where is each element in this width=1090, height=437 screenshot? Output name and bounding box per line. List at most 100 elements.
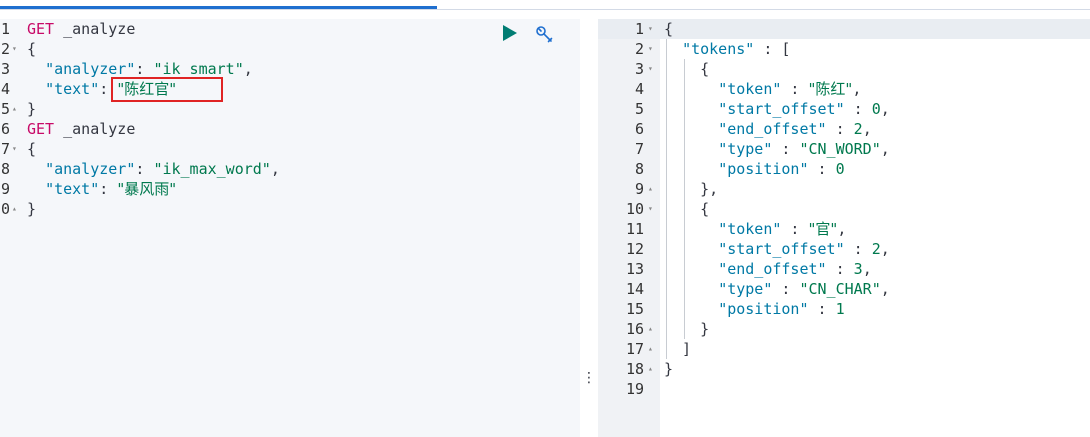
code-token: "text" — [45, 80, 100, 98]
code-token: }, — [664, 180, 719, 198]
response-viewer[interactable]: 1 ▾ {2 ▾ "tokens" : [3 ▾ {4 "token" : "陈红", 5… — [598, 19, 1090, 437]
response-line: } — [664, 359, 673, 379]
line-number: 0 — [0, 200, 10, 218]
code-token: { — [27, 40, 37, 58]
code-token: : — [808, 300, 836, 318]
code-token: "type" — [718, 140, 773, 158]
code-token: , — [880, 140, 890, 158]
code-line[interactable]: GET _analyze — [27, 119, 135, 139]
code-line[interactable]: } — [27, 99, 36, 119]
response-line: "end_offset" : 3, — [664, 259, 872, 279]
code-token: { — [664, 60, 710, 78]
line-number: 18 — [625, 360, 644, 378]
wrench-icon[interactable] — [534, 24, 556, 46]
fold-open-icon[interactable]: ▾ — [12, 44, 17, 53]
fold-open-icon[interactable]: ▾ — [648, 44, 653, 53]
code-token: GET — [27, 120, 55, 138]
response-line: "end_offset" : 2, — [664, 119, 872, 139]
line-number: 6 — [0, 120, 10, 138]
code-token: , — [852, 80, 862, 98]
line-number: 2 — [0, 40, 10, 58]
code-token: : — [844, 100, 872, 118]
response-line: "token" : "陈红", — [664, 79, 861, 99]
request-editor-gutter: 1 2 ▾ 3 4 5 ▴ 6 7 ▾ 8 9 0 ▴ — [0, 19, 22, 437]
code-token: : — [135, 60, 154, 78]
code-token: : — [772, 280, 800, 298]
line-number: 13 — [625, 260, 644, 278]
code-token: } — [664, 360, 674, 378]
code-line[interactable]: } — [27, 199, 36, 219]
response-line: "token" : "官", — [664, 219, 846, 239]
line-number: 8 — [0, 160, 10, 178]
fold-open-icon[interactable]: ▾ — [648, 64, 653, 73]
code-line[interactable]: GET _analyze — [27, 19, 135, 39]
fold-open-icon[interactable]: ▾ — [12, 144, 17, 153]
line-number: 1 — [0, 20, 10, 38]
code-token: { — [27, 140, 37, 158]
code-token: , — [837, 220, 847, 238]
code-token: "text" — [45, 180, 100, 198]
code-token: , — [270, 160, 280, 178]
code-token: : — [781, 80, 809, 98]
response-line: "type" : "CN_WORD", — [664, 139, 890, 159]
code-token: 3 — [853, 260, 863, 278]
code-token: "token" — [718, 220, 782, 238]
line-number: 9 — [634, 180, 644, 198]
code-line[interactable]: "analyzer": "ik_max_word", — [27, 159, 280, 179]
line-number: 5 — [0, 100, 10, 118]
code-token: "start_offset" — [718, 100, 845, 118]
fold-open-icon[interactable]: ▾ — [648, 24, 653, 33]
code-token: 2 — [871, 240, 881, 258]
request-editor-code[interactable]: GET _analyze{ "analyzer": "ik_smart", "t… — [22, 19, 580, 437]
fold-close-icon[interactable]: ▴ — [12, 204, 17, 213]
code-token: "暴风雨" — [117, 180, 177, 198]
fold-close-icon[interactable]: ▴ — [648, 344, 653, 353]
fold-close-icon[interactable]: ▴ — [648, 324, 653, 333]
code-token: "CN_CHAR" — [799, 280, 881, 298]
code-line[interactable]: { — [27, 139, 36, 159]
code-token: 0 — [871, 100, 881, 118]
code-token: _analyze — [54, 20, 136, 38]
code-token: , — [243, 60, 253, 78]
annotation-highlight-box — [111, 77, 223, 102]
code-token: GET — [27, 20, 55, 38]
code-token: "position" — [718, 160, 809, 178]
line-number: 2 — [634, 40, 644, 58]
code-token: : [ — [754, 40, 791, 58]
code-line[interactable]: "text": "暴风雨" — [27, 179, 176, 199]
line-number: 9 — [0, 180, 10, 198]
code-token: : — [808, 160, 836, 178]
code-line[interactable]: "analyzer": "ik_smart", — [27, 59, 253, 79]
code-token: { — [664, 20, 674, 38]
code-token: ] — [664, 340, 692, 358]
request-editor[interactable]: 1 2 ▾ 3 4 5 ▴ 6 7 ▾ 8 9 0 ▴ GET _analyze{ "analyzer":… — [0, 19, 580, 437]
line-number: 17 — [625, 340, 644, 358]
line-number: 14 — [625, 280, 644, 298]
play-icon[interactable] — [503, 25, 517, 41]
code-line[interactable]: { — [27, 39, 36, 59]
fold-open-icon[interactable]: ▾ — [648, 204, 653, 213]
code-token: "start_offset" — [718, 240, 845, 258]
code-token: "ik_smart" — [153, 60, 244, 78]
line-number: 7 — [634, 140, 644, 158]
fold-close-icon[interactable]: ▴ — [12, 104, 17, 113]
response-line: { — [664, 199, 709, 219]
code-token: "type" — [718, 280, 773, 298]
pane-resizer-handle[interactable]: ⋮ — [582, 370, 596, 386]
line-number: 5 — [634, 100, 644, 118]
fold-close-icon[interactable]: ▴ — [648, 184, 653, 193]
code-token: "ik_max_word" — [153, 160, 271, 178]
fold-close-icon[interactable]: ▴ — [648, 364, 653, 373]
response-line: { — [664, 59, 709, 79]
code-token: : — [135, 160, 154, 178]
code-token: "陈红" — [808, 80, 853, 98]
